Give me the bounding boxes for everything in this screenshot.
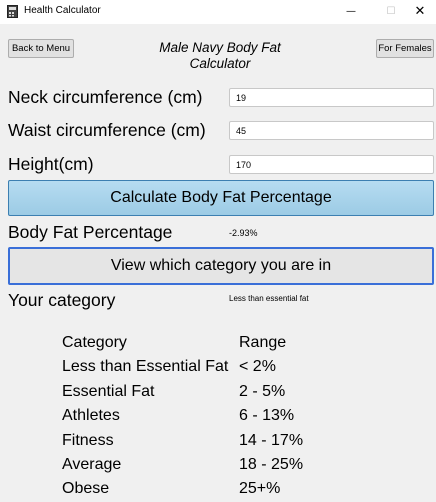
header-range: Range xyxy=(239,334,287,351)
table-cell-range: 2 - 5% xyxy=(239,382,286,400)
neck-input[interactable] xyxy=(229,88,434,107)
height-input[interactable] xyxy=(229,155,434,174)
height-label: Height(cm) xyxy=(8,154,94,174)
table-cell-category: Athletes xyxy=(62,407,120,425)
minimize-button[interactable]: — xyxy=(333,0,369,24)
table-cell-category: Essential Fat xyxy=(62,382,155,400)
title-bar: Health Calculator — ☐ ✕ xyxy=(0,0,436,24)
table-cell-range: 18 - 25% xyxy=(239,455,304,473)
page-title: Male Navy Body Fat Calculator xyxy=(120,40,320,71)
body-fat-label: Body Fat Percentage xyxy=(8,222,173,242)
for-females-button[interactable]: For Females xyxy=(376,39,434,58)
waist-label: Waist circumference (cm) xyxy=(8,120,206,140)
waist-input[interactable] xyxy=(229,121,434,140)
header-category: Category xyxy=(62,334,127,351)
table-cell-category: Fitness xyxy=(62,431,114,449)
table-cell-range: < 2% xyxy=(239,358,276,376)
table-cell-range: 6 - 13% xyxy=(239,407,295,425)
calculator-app-icon xyxy=(7,5,18,18)
neck-label: Neck circumference (cm) xyxy=(8,87,203,107)
table-cell-category: Obese xyxy=(62,480,110,498)
view-category-button[interactable]: View which category you are in xyxy=(8,247,434,285)
window-title: Health Calculator xyxy=(24,5,101,16)
your-category-label: Your category xyxy=(8,290,116,310)
back-to-menu-button[interactable]: Back to Menu xyxy=(8,39,74,58)
close-button[interactable]: ✕ xyxy=(402,0,436,24)
category-value: Less than essential fat xyxy=(229,294,309,303)
page-title-line2: Calculator xyxy=(189,55,251,71)
body-fat-value: -2.93% xyxy=(229,228,258,238)
page-title-line1: Male Navy Body Fat xyxy=(159,40,281,55)
table-cell-range: 14 - 17% xyxy=(239,431,304,449)
table-cell-range: 25+% xyxy=(239,480,281,498)
table-cell-category: Average xyxy=(62,455,122,473)
calculate-body-fat-button[interactable]: Calculate Body Fat Percentage xyxy=(8,180,434,216)
table-cell-category: Less than Essential Fat xyxy=(62,358,229,376)
